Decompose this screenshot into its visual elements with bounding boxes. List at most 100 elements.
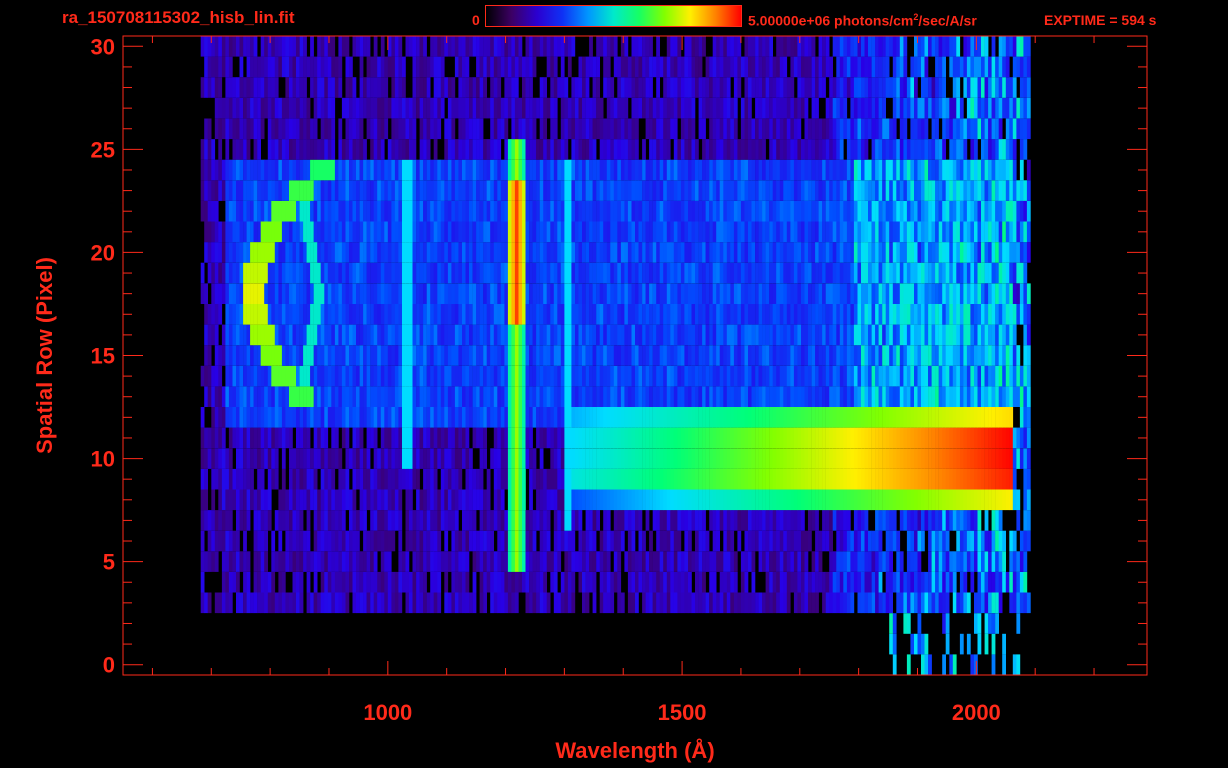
- heatmap-cell: [684, 530, 689, 552]
- heatmap-cell: [550, 283, 555, 304]
- heatmap-cell: [356, 510, 360, 531]
- heatmap-cell: [786, 592, 791, 614]
- heatmap-cell: [349, 159, 353, 181]
- heatmap-cell: [225, 345, 230, 366]
- heatmap-cell: [363, 159, 367, 181]
- heatmap-cell: [377, 159, 381, 181]
- heatmap-cell: [645, 221, 650, 243]
- heatmap-cell: [373, 407, 378, 428]
- heatmap-cell: [370, 592, 374, 614]
- heatmap-cell: [839, 468, 844, 490]
- heatmap-cell: [289, 365, 293, 387]
- heatmap-cell: [440, 468, 445, 490]
- heatmap-cell: [236, 159, 240, 181]
- heatmap-cell: [723, 592, 728, 614]
- heatmap-cell: [437, 592, 442, 614]
- heatmap-cell: [465, 221, 470, 243]
- heatmap-cell: [857, 489, 862, 511]
- heatmap-cell: [214, 180, 219, 201]
- heatmap-cell: [571, 345, 576, 366]
- heatmap-cell: [793, 365, 798, 387]
- heatmap-cell: [560, 180, 565, 201]
- heatmap-cell: [416, 221, 420, 243]
- heatmap-cell: [822, 200, 826, 222]
- heatmap-cell: [885, 324, 890, 346]
- heatmap-cell: [680, 468, 685, 490]
- heatmap-cell: [366, 468, 371, 490]
- heatmap-cell: [299, 386, 304, 407]
- heatmap-cell: [892, 530, 897, 552]
- heatmap-cell: [804, 365, 809, 387]
- heatmap-cell: [984, 324, 989, 346]
- heatmap-cell: [370, 571, 374, 593]
- heatmap-cell: [733, 551, 738, 572]
- heatmap-cell: [363, 551, 367, 572]
- heatmap-cell: [617, 242, 622, 263]
- heatmap-cell: [264, 427, 268, 449]
- heatmap-cell: [327, 221, 332, 243]
- heatmap-cell: [507, 448, 512, 469]
- heatmap-cell: [938, 571, 943, 593]
- heatmap-cell: [557, 283, 562, 304]
- heatmap-cell: [271, 551, 276, 572]
- heatmap-cell: [299, 200, 304, 222]
- heatmap-cell: [433, 242, 438, 263]
- heatmap-cell: [808, 407, 812, 428]
- heatmap-cell: [635, 180, 639, 201]
- heatmap-cell: [896, 283, 901, 304]
- heatmap-cell: [705, 242, 710, 263]
- heatmap-cell: [289, 324, 293, 346]
- heatmap-cell: [253, 304, 258, 325]
- heatmap-cell: [871, 592, 876, 614]
- heatmap-cell: [207, 262, 212, 284]
- heatmap-cell: [790, 200, 795, 222]
- heatmap-cell: [250, 448, 254, 469]
- heatmap-cell: [370, 200, 374, 222]
- heatmap-cell: [797, 530, 802, 552]
- heatmap-cell: [387, 510, 392, 531]
- heatmap-cell: [564, 551, 569, 572]
- heatmap-cell: [991, 613, 996, 634]
- heatmap-cell: [868, 407, 872, 428]
- heatmap-cell: [846, 571, 851, 593]
- heatmap-cell: [758, 510, 763, 531]
- heatmap-cell: [296, 200, 300, 222]
- heatmap-cell: [246, 489, 251, 511]
- heatmap-cell: [1026, 365, 1031, 387]
- heatmap-cell: [281, 283, 286, 304]
- heatmap-cell: [613, 407, 618, 428]
- heatmap-cell: [906, 448, 911, 469]
- heatmap-cell: [493, 592, 498, 614]
- heatmap-cell: [409, 345, 413, 366]
- heatmap-cell: [1002, 489, 1006, 511]
- heatmap-cell: [320, 345, 325, 366]
- heatmap-cell: [483, 571, 487, 593]
- heatmap-cell: [451, 200, 456, 222]
- heatmap-cell: [931, 159, 936, 181]
- heatmap-cell: [405, 200, 410, 222]
- heatmap-cell: [698, 448, 703, 469]
- heatmap-cell: [716, 489, 720, 511]
- heatmap-cell: [310, 448, 314, 469]
- heatmap-cell: [797, 159, 802, 181]
- heatmap-cell: [677, 283, 682, 304]
- heatmap-cell: [952, 571, 957, 593]
- heatmap-cell: [991, 200, 996, 222]
- heatmap-cell: [959, 386, 964, 407]
- heatmap-cell: [514, 180, 519, 201]
- heatmap-cell: [483, 242, 487, 263]
- heatmap-cell: [582, 530, 586, 552]
- heatmap-cell: [1009, 571, 1014, 593]
- heatmap-cell: [801, 468, 805, 490]
- heatmap-cell: [716, 304, 720, 325]
- heatmap-cell: [416, 180, 420, 201]
- heatmap-cell: [966, 180, 971, 201]
- heatmap-cell: [719, 386, 724, 407]
- heatmap-cell: [680, 386, 685, 407]
- heatmap-cell: [271, 345, 276, 366]
- heatmap-cell: [518, 324, 523, 346]
- heatmap-cell: [536, 468, 540, 490]
- heatmap-cell: [719, 324, 724, 346]
- heatmap-cell: [776, 489, 780, 511]
- heatmap-cell: [928, 345, 932, 366]
